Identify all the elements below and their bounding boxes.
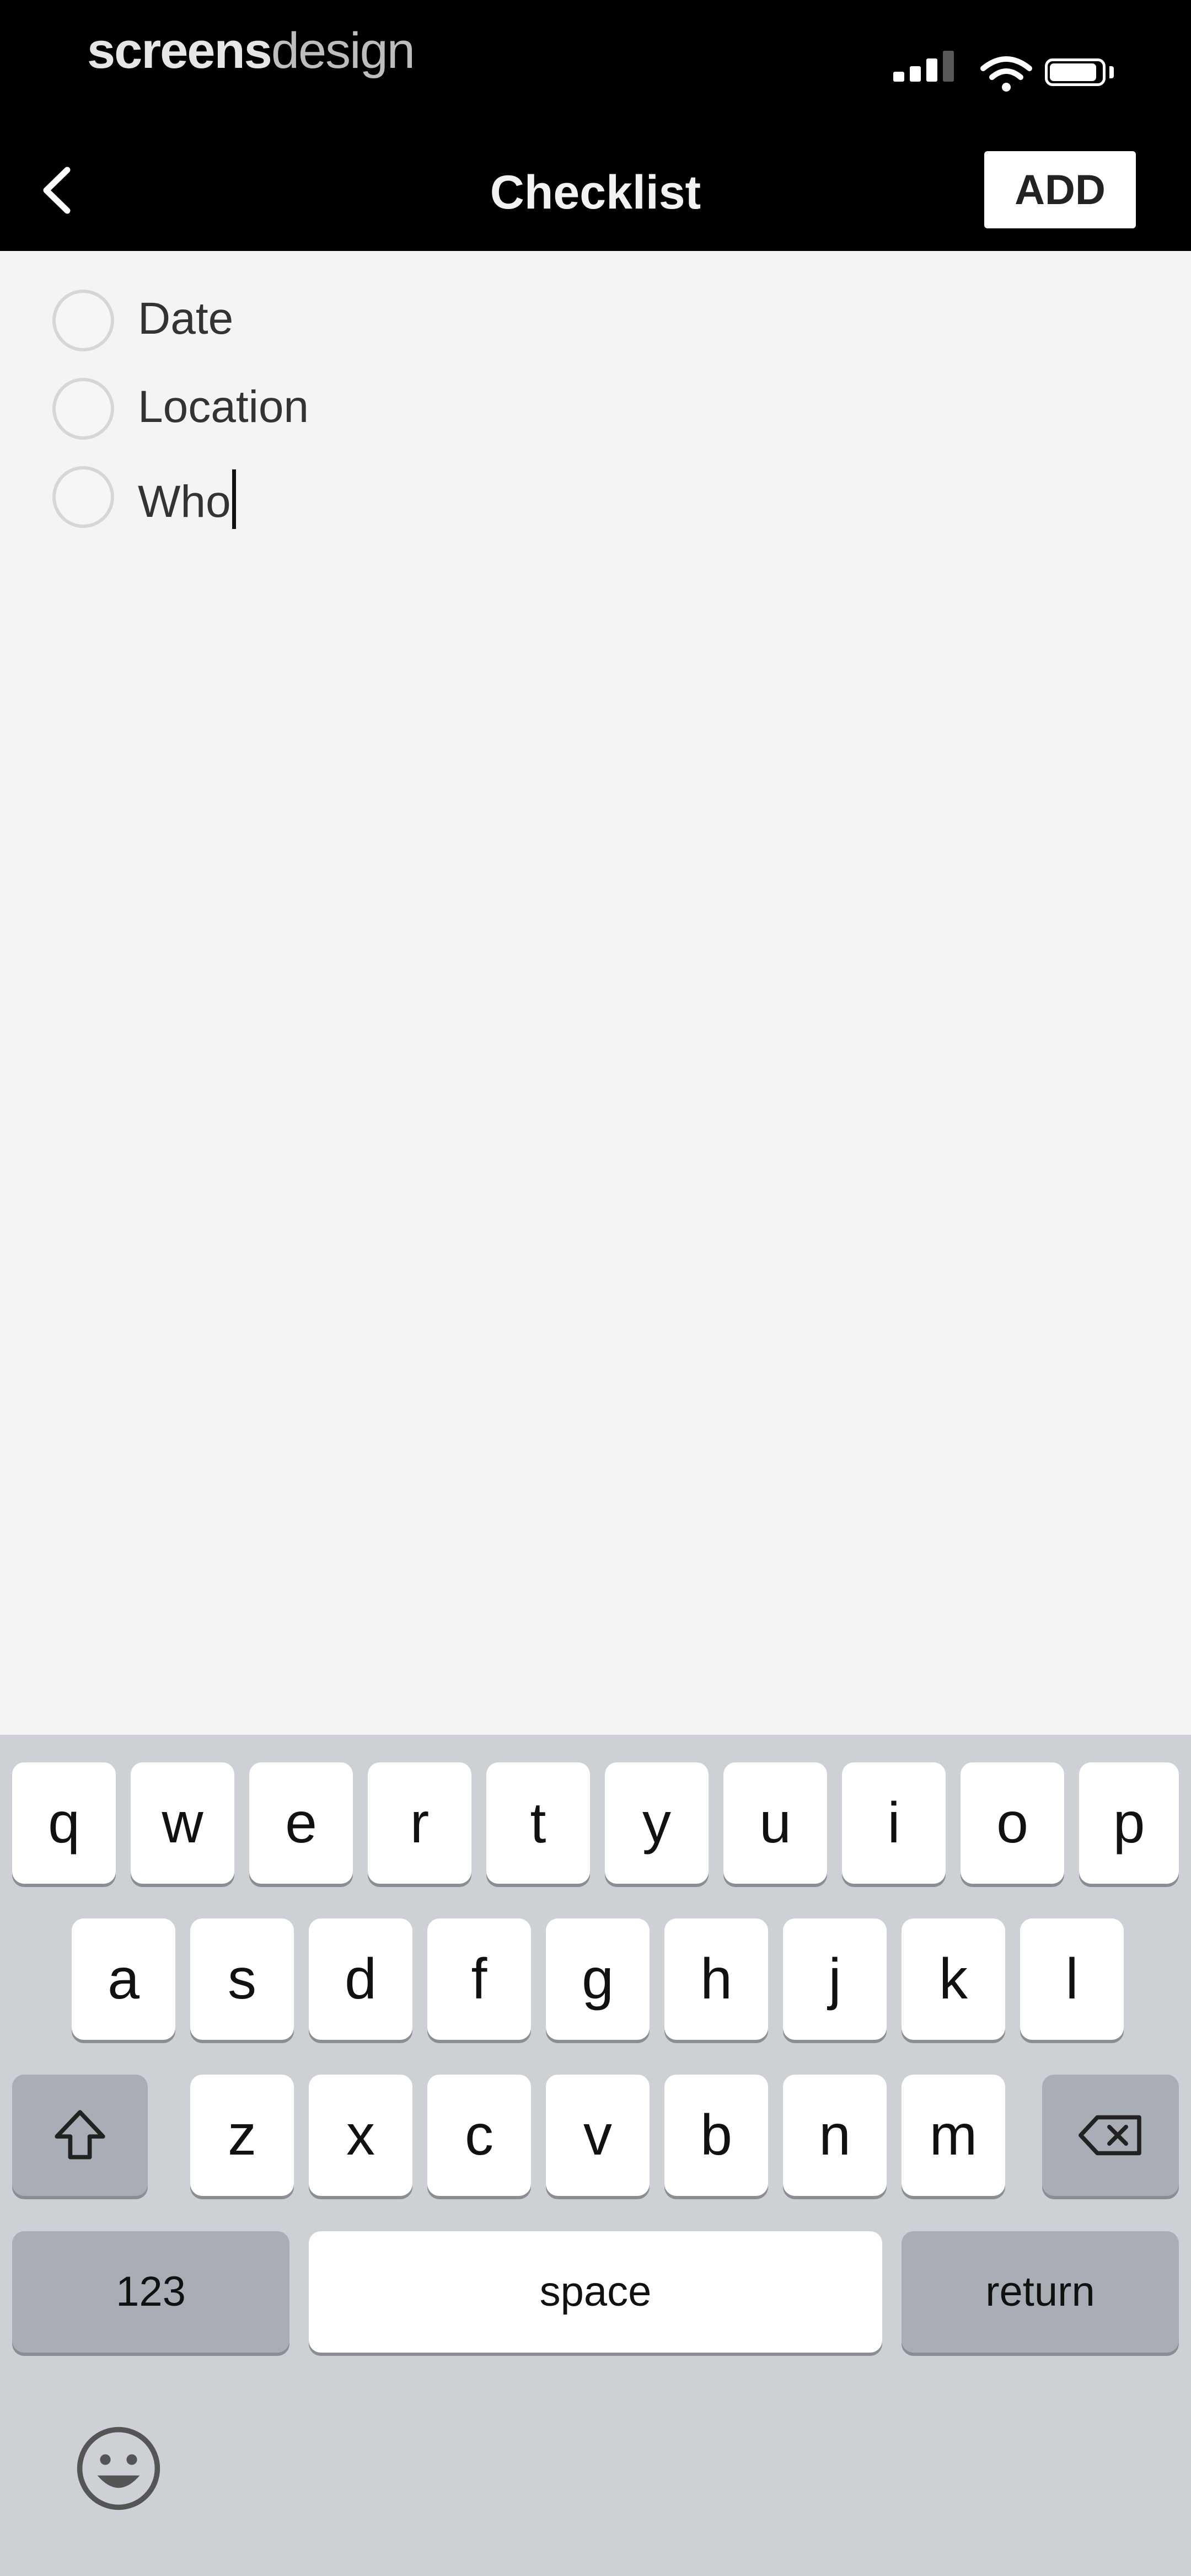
checklist-item: Date — [52, 279, 1100, 356]
key-x[interactable]: x — [309, 2075, 412, 2196]
wifi-icon — [980, 56, 1032, 92]
screen: screensdesign Checklist ADD Date Locatio… — [0, 0, 1191, 2576]
watermark-bold: screens — [87, 23, 272, 79]
nav-bar: Checklist ADD — [0, 127, 1191, 251]
key-a[interactable]: a — [72, 1918, 175, 2040]
checklist-item-text: Who — [138, 477, 231, 527]
key-q[interactable]: q — [12, 1762, 116, 1884]
signal-icon — [893, 49, 965, 93]
key-u[interactable]: u — [723, 1762, 827, 1884]
key-l[interactable]: l — [1020, 1918, 1124, 2040]
key-r[interactable]: r — [368, 1762, 471, 1884]
key-z[interactable]: z — [190, 2075, 294, 2196]
key-d[interactable]: d — [309, 1918, 412, 2040]
key-p[interactable]: p — [1079, 1762, 1179, 1884]
key-t[interactable]: t — [486, 1762, 590, 1884]
delete-key[interactable] — [1042, 2075, 1179, 2196]
key-f[interactable]: f — [427, 1918, 531, 2040]
key-m[interactable]: m — [902, 2075, 1005, 2196]
checklist-item-editing: Who — [52, 455, 1100, 532]
shift-key[interactable] — [12, 2075, 148, 2196]
keyboard: q w e r t y u i o p a s d f g h j k l z … — [0, 1735, 1191, 2576]
checklist-item-label[interactable]: Date — [138, 293, 233, 345]
key-s[interactable]: s — [190, 1918, 294, 2040]
key-g[interactable]: g — [546, 1918, 650, 2040]
checkbox-circle[interactable] — [52, 466, 114, 528]
key-i[interactable]: i — [842, 1762, 946, 1884]
key-w[interactable]: w — [131, 1762, 234, 1884]
battery-icon — [1045, 58, 1106, 86]
key-j[interactable]: j — [783, 1918, 887, 2040]
emoji-icon[interactable] — [74, 2424, 163, 2513]
text-caret — [232, 469, 236, 529]
checklist-item-input[interactable]: Who — [138, 469, 236, 529]
status-bar: screensdesign — [0, 0, 1191, 127]
checkbox-circle[interactable] — [52, 290, 114, 351]
checklist-item-label[interactable]: Location — [138, 381, 309, 433]
key-k[interactable]: k — [902, 1918, 1005, 2040]
add-button[interactable]: ADD — [984, 151, 1136, 228]
return-key[interactable]: return — [902, 2231, 1179, 2353]
space-key[interactable]: space — [309, 2231, 882, 2353]
key-h[interactable]: h — [664, 1918, 768, 2040]
status-icons — [893, 49, 1125, 93]
watermark: screensdesign — [87, 22, 415, 80]
key-o[interactable]: o — [961, 1762, 1064, 1884]
battery-cap — [1109, 66, 1114, 78]
checkbox-circle[interactable] — [52, 378, 114, 440]
backspace-icon — [1079, 2115, 1141, 2156]
key-y[interactable]: y — [605, 1762, 709, 1884]
numbers-key[interactable]: 123 — [12, 2231, 289, 2353]
watermark-thin: design — [271, 23, 415, 79]
key-b[interactable]: b — [664, 2075, 768, 2196]
key-c[interactable]: c — [427, 2075, 531, 2196]
key-n[interactable]: n — [783, 2075, 887, 2196]
key-e[interactable]: e — [249, 1762, 353, 1884]
key-v[interactable]: v — [546, 2075, 650, 2196]
shift-icon — [55, 2110, 105, 2160]
checklist-item: Location — [52, 367, 1100, 444]
